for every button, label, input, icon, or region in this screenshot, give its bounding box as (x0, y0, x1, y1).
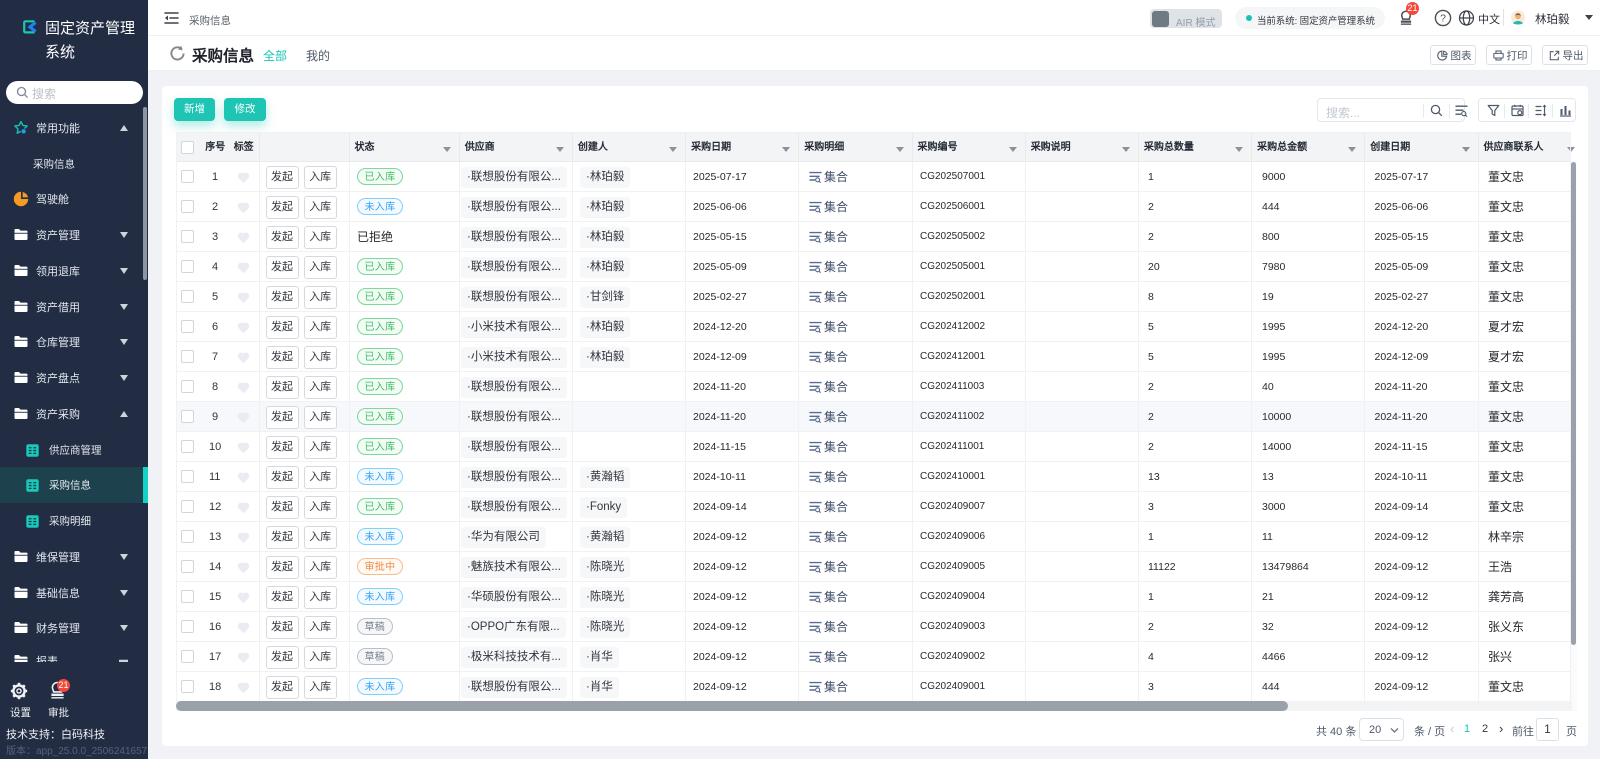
svg-text:?: ? (1440, 13, 1446, 25)
